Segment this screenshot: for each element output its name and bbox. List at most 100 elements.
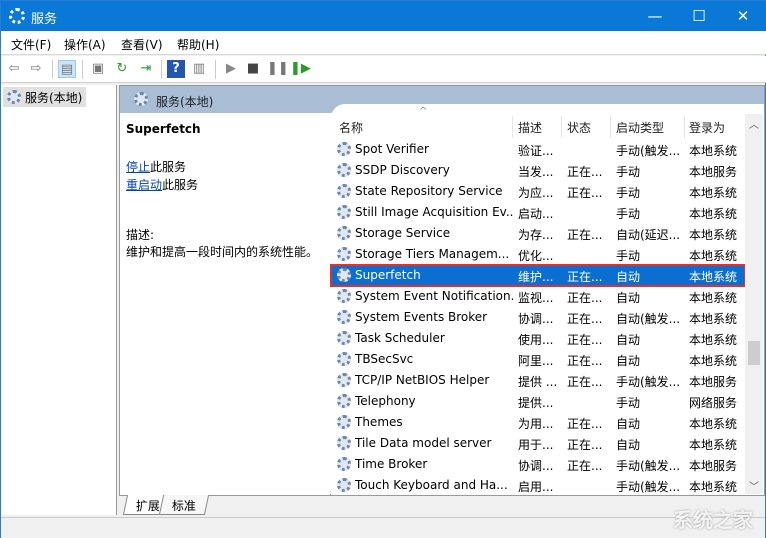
action-pane-icon[interactable]: ▥: [190, 60, 208, 78]
cell-startup: 手动: [616, 163, 684, 180]
cell-startup: 手动(触发...: [616, 373, 684, 390]
service-row[interactable]: Storage Service为存...正在...自动(延迟...本地系统: [331, 223, 745, 244]
pause-service-icon[interactable]: ❚❚: [267, 60, 285, 78]
service-row[interactable]: Time Broker协调...正在...手动(触发...本地服务: [331, 454, 745, 475]
cell-logon: 本地系统: [689, 268, 745, 285]
service-row[interactable]: Themes为用...正在...自动本地系统: [331, 412, 745, 433]
cell-name: Time Broker: [355, 457, 513, 471]
cell-logon: 本地系统: [689, 352, 745, 369]
cell-status: 正在...: [567, 268, 611, 285]
export-list-icon[interactable]: ⇥: [137, 60, 155, 78]
service-row[interactable]: Touch Keyboard and Ha...启用...手动(触发...本地系…: [331, 475, 745, 496]
cell-status: 正在...: [567, 184, 611, 201]
scroll-up-icon[interactable]: ︿: [749, 116, 759, 131]
cell-status: 正在...: [567, 163, 611, 180]
column-log-on-as[interactable]: 登录为: [689, 119, 725, 136]
description-label: 描述:: [126, 226, 154, 243]
restart-link-suffix: 此服务: [162, 178, 198, 192]
service-gear-icon: [337, 226, 351, 240]
service-gear-icon: [337, 310, 351, 324]
cell-name: Task Scheduler: [355, 331, 513, 345]
tab-standard[interactable]: 标准: [159, 495, 209, 515]
cell-logon: 本地系统: [689, 184, 745, 201]
refresh-icon[interactable]: ↻: [113, 60, 131, 78]
start-service-icon[interactable]: ▶: [222, 60, 240, 78]
window-title: 服务: [31, 8, 57, 27]
menu-file[interactable]: 文件(F): [11, 36, 51, 53]
service-gear-icon: [337, 142, 351, 156]
service-row[interactable]: Tile Data model server用于...正在...自动本地系统: [331, 433, 745, 454]
cell-desc: 用于...: [518, 436, 562, 453]
cell-name: Storage Service: [355, 226, 513, 240]
minimize-button[interactable]: —: [633, 1, 677, 31]
cell-startup: 手动: [616, 394, 684, 411]
service-row[interactable]: Storage Tiers Managem...优化...手动本地系统: [331, 244, 745, 265]
scrollbar-thumb[interactable]: [748, 341, 760, 365]
column-startup-type[interactable]: 启动类型: [616, 119, 664, 136]
restart-service-link[interactable]: 重启动: [126, 178, 162, 192]
tree-item-services-local[interactable]: 服务(本地): [3, 87, 86, 107]
properties-icon[interactable]: ▣: [89, 60, 107, 78]
service-gear-icon: [337, 331, 351, 345]
cell-startup: 自动: [616, 415, 684, 432]
service-row[interactable]: Superfetch维护...正在...自动本地系统: [331, 265, 745, 286]
cell-logon: 本地服务: [689, 373, 745, 390]
service-row[interactable]: TBSecSvc阿里...正在...自动本地系统: [331, 349, 745, 370]
toolbar: ⇦ ⇨ ▤ ▣ ↻ ⇥ ? ▥ ▶ ■ ❚❚ ❚▶: [1, 56, 766, 83]
menu-help[interactable]: 帮助(H): [177, 36, 219, 53]
title-bar: 服务 — ☐ ✕: [1, 1, 766, 31]
restart-service-icon[interactable]: ❚▶: [290, 60, 308, 78]
cell-desc: 启动...: [518, 205, 562, 222]
status-bar: [1, 517, 765, 538]
cell-logon: 本地系统: [689, 415, 745, 432]
service-row[interactable]: System Event Notification...监视...正在...自动…: [331, 286, 745, 307]
menu-bar: 文件(F) 操作(A) 查看(V) 帮助(H): [1, 31, 766, 55]
cell-name: Storage Tiers Managem...: [355, 247, 513, 261]
stop-service-icon[interactable]: ■: [244, 60, 262, 78]
cell-startup: 手动(触发...: [616, 478, 684, 495]
help-icon[interactable]: ?: [167, 60, 185, 78]
vertical-scrollbar[interactable]: ︿ ﹀: [745, 114, 763, 494]
cell-name: Tile Data model server: [355, 436, 513, 450]
cell-startup: 手动: [616, 247, 684, 264]
view-tabs: 扩展 标准: [119, 495, 765, 516]
menu-view[interactable]: 查看(V): [121, 36, 163, 53]
service-gear-icon: [337, 415, 351, 429]
column-headers: ^ 名称 描述 状态 启动类型 登录为: [331, 114, 743, 138]
cell-logon: 本地系统: [689, 478, 745, 495]
cell-desc: 使用...: [518, 331, 562, 348]
service-row[interactable]: Telephony提供...手动网络服务: [331, 391, 745, 412]
cell-status: 正在...: [567, 226, 611, 243]
column-name[interactable]: 名称: [339, 119, 363, 136]
menu-action[interactable]: 操作(A): [64, 36, 106, 53]
column-status[interactable]: 状态: [567, 119, 591, 136]
cell-logon: 本地系统: [689, 205, 745, 222]
service-gear-icon: [337, 163, 351, 177]
service-row[interactable]: Spot Verifier验证...手动(触发...本地系统: [331, 139, 745, 160]
back-icon[interactable]: ⇦: [5, 60, 23, 78]
service-row[interactable]: TCP/IP NetBIOS Helper提供 ...正在...手动(触发...…: [331, 370, 745, 391]
column-description[interactable]: 描述: [518, 119, 542, 136]
service-row[interactable]: State Repository Service为应...正在...手动本地系统: [331, 181, 745, 202]
stop-service-link[interactable]: 停止: [126, 160, 150, 174]
maximize-button[interactable]: ☐: [677, 1, 721, 31]
close-button[interactable]: ✕: [721, 1, 765, 31]
console-tree: 服务(本地): [1, 85, 117, 515]
service-row[interactable]: Task Scheduler使用...正在...自动本地系统: [331, 328, 745, 349]
cell-name: Touch Keyboard and Ha...: [355, 478, 513, 492]
forward-icon[interactable]: ⇨: [27, 60, 45, 78]
cell-name: TCP/IP NetBIOS Helper: [355, 373, 513, 387]
service-row[interactable]: System Events Broker协调...正在...自动(触发...本地…: [331, 307, 745, 328]
cell-desc: 协调...: [518, 310, 562, 327]
service-row[interactable]: Still Image Acquisition Ev...启动...手动本地系统: [331, 202, 745, 223]
description-text: 维护和提高一段时间内的系统性能。: [126, 243, 318, 260]
cell-startup: 自动: [616, 289, 684, 306]
cell-name: TBSecSvc: [355, 352, 513, 366]
scroll-down-icon[interactable]: ﹀: [749, 478, 759, 493]
cell-desc: 优化...: [518, 247, 562, 264]
cell-logon: 本地服务: [689, 457, 745, 474]
service-row[interactable]: SSDP Discovery当发...正在...手动本地服务: [331, 160, 745, 181]
cell-logon: 本地系统: [689, 289, 745, 306]
watermark-logo: 系统之家: [673, 504, 753, 533]
show-hide-tree-icon[interactable]: ▤: [58, 60, 76, 78]
